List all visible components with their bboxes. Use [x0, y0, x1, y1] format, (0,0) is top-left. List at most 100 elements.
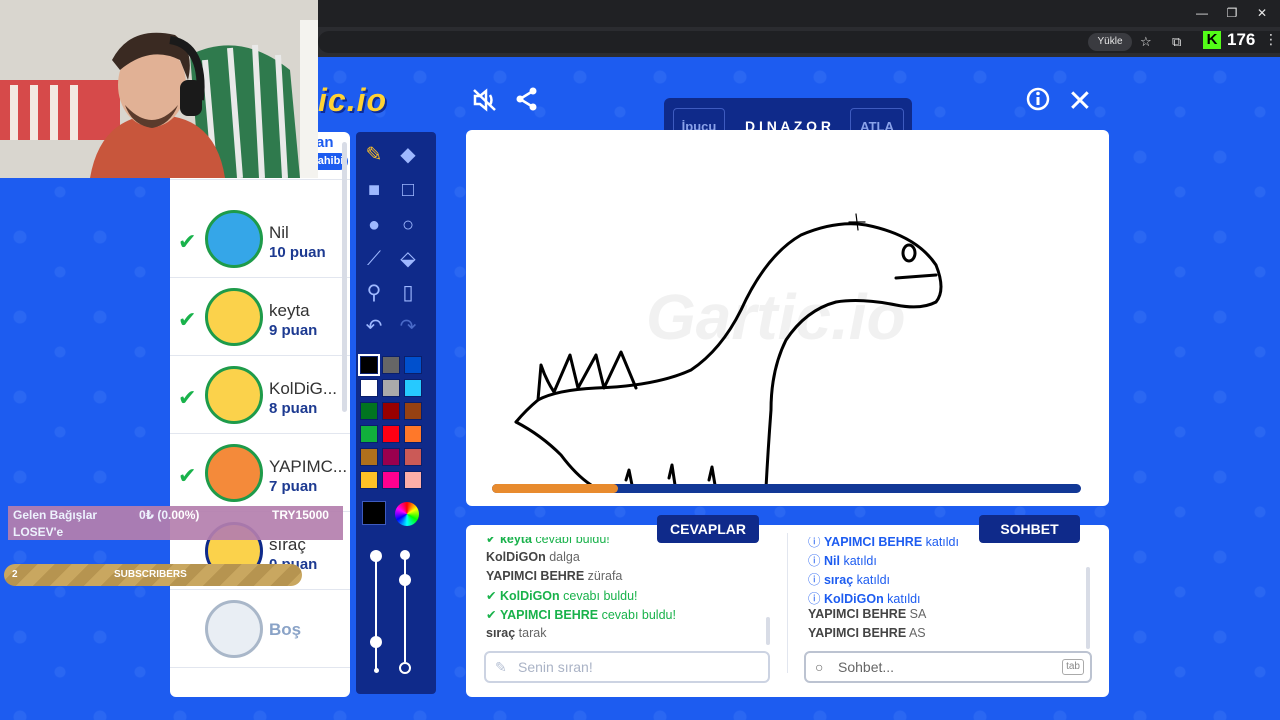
size-slider-handle[interactable]: [370, 636, 382, 648]
search-icon: ○: [815, 659, 824, 675]
avatar: [205, 444, 263, 502]
answer-message: sıraç tarak: [486, 626, 546, 640]
color-swatch[interactable]: [382, 471, 400, 489]
opacity-slider-top[interactable]: [400, 550, 410, 560]
player-row-empty[interactable]: Boş: [170, 592, 350, 668]
color-swatch[interactable]: [358, 354, 380, 376]
filled-rect-icon[interactable]: ■: [359, 175, 389, 205]
join-info-icon: ⓘ: [808, 592, 824, 606]
pencil-icon[interactable]: ✎: [359, 140, 389, 170]
empty-avatar-icon: [205, 600, 263, 658]
answer-message: ✔ KolDiGOn cevabı buldu!: [486, 588, 638, 603]
join-info-icon: ⓘ: [808, 554, 824, 568]
color-wheel-icon[interactable]: [395, 502, 419, 526]
share-icon[interactable]: [511, 86, 543, 118]
mute-icon[interactable]: [469, 86, 501, 118]
answers-list: ✔ keyta cevabı buldu! KolDiGOn dalga YAPIM…: [486, 537, 776, 647]
color-swatch[interactable]: [360, 471, 378, 489]
donation-amount: 0₺ (0.00%): [139, 508, 200, 522]
color-swatch[interactable]: [382, 448, 400, 466]
panel-divider: [787, 533, 788, 673]
color-swatch[interactable]: [382, 356, 400, 374]
rect-outline-icon[interactable]: □: [393, 175, 423, 205]
color-swatch[interactable]: [404, 356, 422, 374]
answer-input[interactable]: ✎ Senin sıran!: [484, 651, 770, 683]
message-user: KolDiGOn: [499, 589, 560, 603]
more-icon[interactable]: ⋮: [1264, 31, 1278, 48]
players-scrollbar[interactable]: [342, 142, 347, 412]
player-row[interactable]: ✔ keyta 9 puan: [170, 280, 350, 356]
tab-answers[interactable]: CEVAPLAR: [657, 515, 759, 543]
color-swatch[interactable]: [404, 471, 422, 489]
avatar: [205, 210, 263, 268]
message-text: SA: [906, 607, 927, 621]
player-row[interactable]: ✔ YAPIMC... 7 puan: [170, 436, 350, 512]
chat-message: ⓘ sıraç katıldı: [808, 569, 890, 588]
color-swatch[interactable]: [382, 402, 400, 420]
color-swatch[interactable]: [382, 425, 400, 443]
opacity-circle-icon: [399, 662, 411, 674]
address-bar[interactable]: [318, 31, 1280, 53]
new-page-icon[interactable]: ▯: [393, 278, 423, 308]
timer-bar-fill: [492, 484, 618, 493]
close-icon[interactable]: ✕: [1064, 86, 1096, 118]
webcam-overlay: [0, 0, 318, 178]
color-swatch[interactable]: [360, 402, 378, 420]
color-swatch[interactable]: [404, 379, 422, 397]
restore-icon[interactable]: ❐: [1222, 4, 1242, 22]
color-swatch[interactable]: [404, 448, 422, 466]
message-text: AS: [906, 626, 926, 640]
extensions-icon[interactable]: ⧉: [1172, 33, 1181, 51]
message-text: tarak: [515, 626, 547, 640]
line-tool-icon[interactable]: ⟋: [359, 244, 389, 274]
message-text: katıldı: [839, 554, 877, 568]
fill-bucket-icon[interactable]: ⬙: [393, 244, 423, 274]
eraser-icon[interactable]: ◆: [393, 140, 423, 170]
player-row[interactable]: ✔ Nil 10 puan: [170, 202, 350, 278]
eyedropper-icon[interactable]: ⚲: [359, 278, 389, 308]
dinosaur-drawing: [514, 213, 943, 490]
chat-scrollbar[interactable]: [1086, 567, 1090, 649]
color-swatch[interactable]: [404, 425, 422, 443]
answer-message: ✔ YAPIMCI BEHRE cevabı buldu!: [486, 607, 676, 622]
color-swatch[interactable]: [360, 425, 378, 443]
correct-check-icon: ✔: [178, 229, 197, 254]
subs-count: 2: [12, 569, 18, 580]
undo-icon[interactable]: ↶: [359, 312, 389, 342]
tab-chat[interactable]: SOHBET: [979, 515, 1080, 543]
message-text: cevabı buldu!: [531, 537, 610, 546]
color-swatch[interactable]: [360, 448, 378, 466]
correct-check-icon: ✔: [178, 463, 197, 488]
upload-button[interactable]: Yükle: [1088, 33, 1132, 51]
minimize-icon[interactable]: —: [1192, 4, 1212, 22]
color-swatch[interactable]: [382, 379, 400, 397]
player-row[interactable]: ✔ KolDiG... 8 puan: [170, 358, 350, 434]
current-color-swatch[interactable]: [362, 501, 386, 525]
opacity-slider-handle[interactable]: [399, 574, 411, 586]
close-window-icon[interactable]: ✕: [1252, 4, 1272, 22]
message-user: YAPIMCI BEHRE: [823, 537, 923, 549]
chat-message: YAPIMCI BEHRE AS: [808, 626, 926, 640]
redo-icon[interactable]: ↷: [393, 312, 423, 342]
upload-label: Yükle: [1097, 36, 1123, 47]
message-user: keyta: [499, 537, 532, 546]
info-icon[interactable]: [1022, 86, 1054, 118]
circle-outline-icon[interactable]: ○: [393, 210, 423, 240]
message-user: YAPIMCI BEHRE: [486, 569, 585, 583]
players-panel: an ♔ Oda Sahibi ✔ Nil 10 puan ✔ keyta 9 …: [170, 132, 350, 697]
player-score: 8 puan: [269, 400, 318, 417]
drawing-canvas[interactable]: Gartic.io: [466, 130, 1109, 506]
player-score: 7 puan: [269, 478, 318, 495]
chat-placeholder: Sohbet...: [838, 659, 895, 675]
bookmark-star-icon[interactable]: ☆: [1140, 33, 1152, 51]
avatar: [205, 366, 263, 424]
found-check-icon: ✔: [486, 608, 500, 622]
answers-scrollbar[interactable]: [766, 617, 770, 645]
chat-message: ⓘ YAPIMCI BEHRE katıldı: [808, 537, 959, 550]
size-slider-top[interactable]: [370, 550, 382, 562]
message-text: zürafa: [584, 569, 623, 583]
color-swatch[interactable]: [360, 379, 378, 397]
filled-circle-icon[interactable]: ●: [359, 210, 389, 240]
chat-input[interactable]: ○ Sohbet... tab: [804, 651, 1092, 683]
color-swatch[interactable]: [404, 402, 422, 420]
